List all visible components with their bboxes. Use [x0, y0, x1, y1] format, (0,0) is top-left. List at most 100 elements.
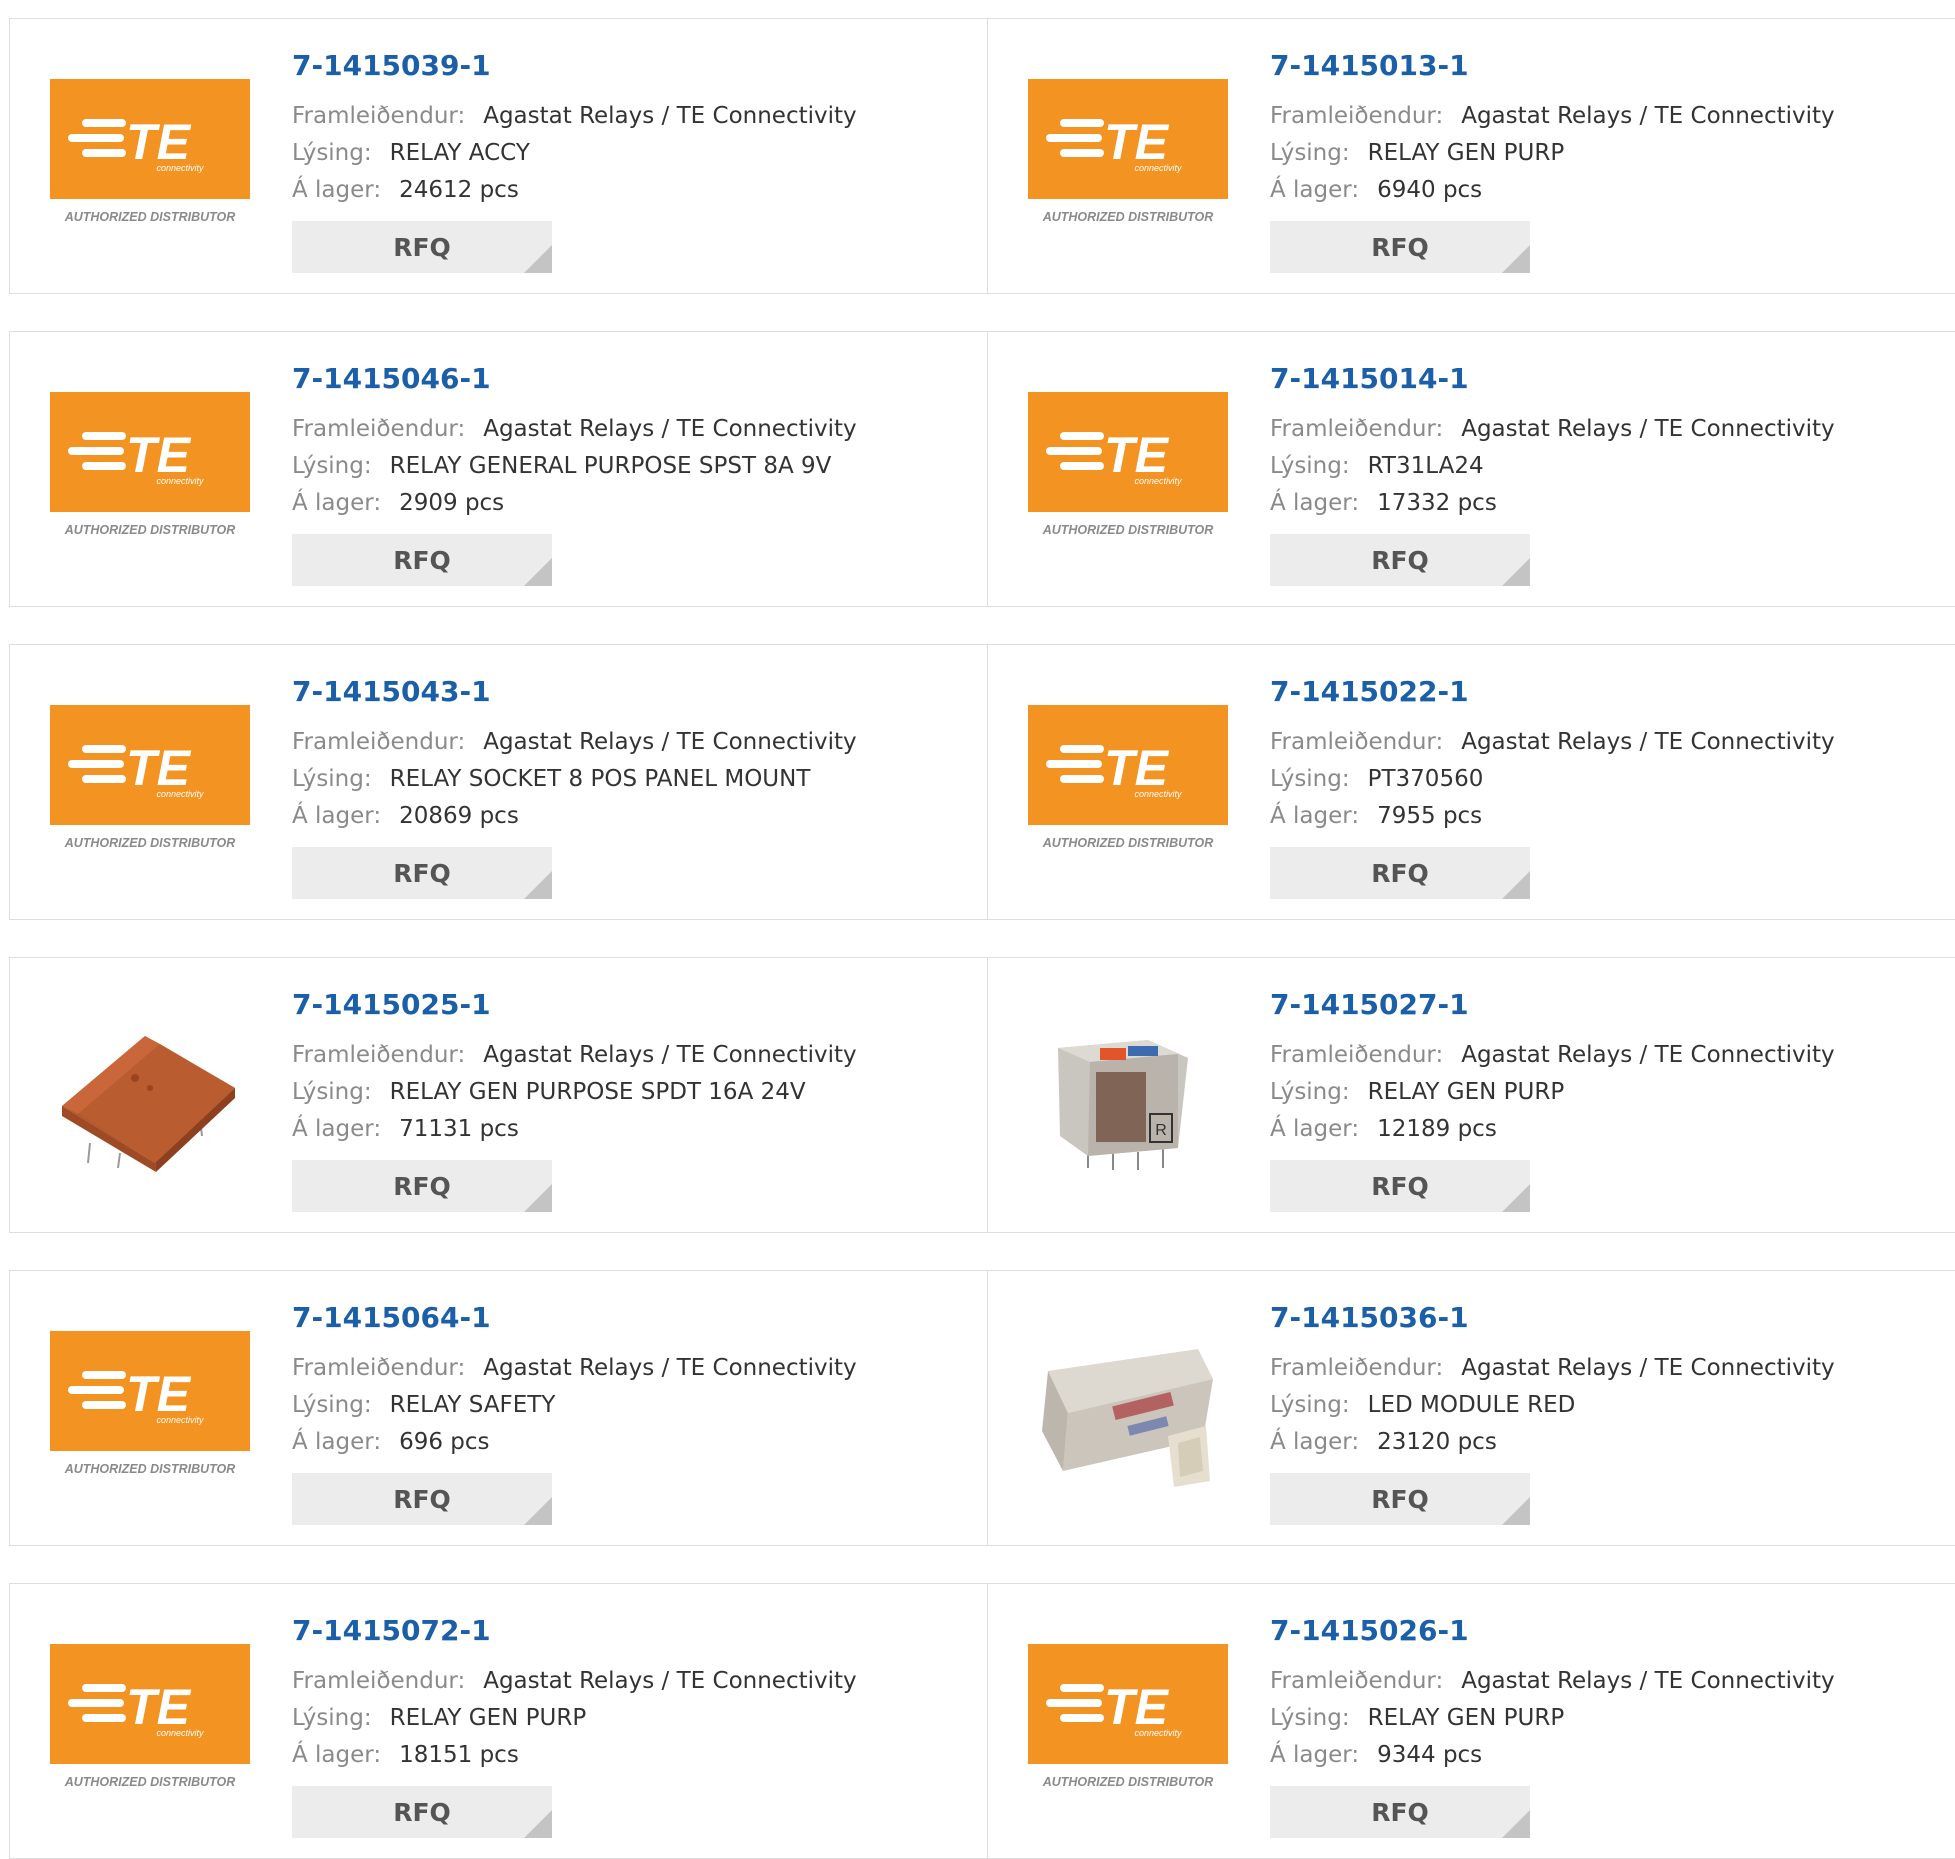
part-number-link[interactable]: 7-1415027-1	[1270, 988, 1469, 1021]
led-module-product-photo[interactable]	[1028, 1331, 1228, 1487]
stock-label: Á lager:	[1270, 1742, 1360, 1768]
manufacturer-label: Framleiðendur:	[1270, 416, 1444, 442]
description-label: Lýsing:	[292, 766, 372, 792]
description-label: Lýsing:	[1270, 140, 1350, 166]
description-value: RELAY GEN PURP	[1367, 1705, 1565, 1731]
rfq-label: RFQ	[1371, 1484, 1429, 1514]
stock-row: Á lager: 696 pcs	[292, 1427, 490, 1457]
part-number-link[interactable]: 7-1415043-1	[292, 675, 491, 708]
rfq-button[interactable]: RFQ	[1270, 221, 1530, 273]
part-number-link[interactable]: 7-1415072-1	[292, 1614, 491, 1647]
logo-sub-text: connectivity	[156, 789, 204, 799]
product-card: TE connectivity AUTHORIZED DISTRIBUTOR 7-14…	[988, 1583, 1955, 1859]
manufacturer-row: Framleiðendur: Agastat Relays / TE Connec…	[292, 414, 857, 444]
stock-label: Á lager:	[1270, 803, 1360, 829]
rfq-button[interactable]: RFQ	[1270, 534, 1530, 586]
rfq-button[interactable]: RFQ	[292, 1473, 552, 1525]
logo-brand-text: TE	[1104, 114, 1170, 170]
product-card: TE connectivity AUTHORIZED DISTRIBUTOR 7-14…	[9, 18, 988, 294]
rfq-label: RFQ	[1371, 545, 1429, 575]
te-logo-image[interactable]: TE connectivity AUTHORIZED DISTRIBUTOR	[1028, 1644, 1228, 1800]
te-logo-image[interactable]: TE connectivity AUTHORIZED DISTRIBUTOR	[50, 79, 250, 235]
rfq-button[interactable]: RFQ	[1270, 1786, 1530, 1838]
product-card: 7-1415025-1 Framleiðendur: Agastat Relays …	[9, 957, 988, 1233]
description-row: Lýsing: RELAY SAFETY	[292, 1390, 555, 1420]
rfq-button[interactable]: RFQ	[1270, 1160, 1530, 1212]
te-logo-image[interactable]: TE connectivity AUTHORIZED DISTRIBUTOR	[1028, 705, 1228, 861]
manufacturer-value: Agastat Relays / TE Connectivity	[483, 1668, 857, 1694]
description-label: Lýsing:	[292, 1079, 372, 1105]
corner-triangle-icon	[524, 1184, 552, 1212]
product-card: TE connectivity AUTHORIZED DISTRIBUTOR 7-14…	[9, 1270, 988, 1546]
part-number-link[interactable]: 7-1415014-1	[1270, 362, 1469, 395]
product-card: 7-1415036-1 Framleiðendur: Agastat Relays …	[988, 1270, 1955, 1546]
logo-sub-text: connectivity	[156, 1728, 204, 1738]
rfq-label: RFQ	[393, 858, 451, 888]
rfq-button[interactable]: RFQ	[1270, 1473, 1530, 1525]
corner-triangle-icon	[524, 1497, 552, 1525]
part-number-link[interactable]: 7-1415022-1	[1270, 675, 1469, 708]
part-number-link[interactable]: 7-1415013-1	[1270, 49, 1469, 82]
stock-row: Á lager: 7955 pcs	[1270, 801, 1482, 831]
description-row: Lýsing: RELAY GEN PURP	[292, 1703, 586, 1733]
stock-value: 9344 pcs	[1377, 1742, 1483, 1768]
stock-row: Á lager: 71131 pcs	[292, 1114, 519, 1144]
stock-value: 7955 pcs	[1377, 803, 1483, 829]
rfq-label: RFQ	[393, 1171, 451, 1201]
manufacturer-label: Framleiðendur:	[1270, 1355, 1444, 1381]
corner-triangle-icon	[524, 558, 552, 586]
te-logo-image[interactable]: TE connectivity AUTHORIZED DISTRIBUTOR	[50, 705, 250, 861]
manufacturer-label: Framleiðendur:	[292, 1355, 466, 1381]
manufacturer-row: Framleiðendur: Agastat Relays / TE Connec…	[1270, 101, 1835, 131]
corner-triangle-icon	[524, 1810, 552, 1838]
part-number-link[interactable]: 7-1415025-1	[292, 988, 491, 1021]
description-label: Lýsing:	[1270, 1392, 1350, 1418]
stock-row: Á lager: 24612 pcs	[292, 175, 519, 205]
corner-triangle-icon	[1502, 1184, 1530, 1212]
manufacturer-row: Framleiðendur: Agastat Relays / TE Connec…	[292, 1040, 857, 1070]
description-label: Lýsing:	[292, 140, 372, 166]
stock-value: 17332 pcs	[1377, 490, 1497, 516]
rfq-button[interactable]: RFQ	[292, 534, 552, 586]
rfq-button[interactable]: RFQ	[292, 847, 552, 899]
rfq-label: RFQ	[393, 1797, 451, 1827]
product-card: TE connectivity AUTHORIZED DISTRIBUTOR 7-14…	[9, 644, 988, 920]
part-number-link[interactable]: 7-1415036-1	[1270, 1301, 1469, 1334]
te-logo-image[interactable]: TE connectivity AUTHORIZED DISTRIBUTOR	[50, 1644, 250, 1800]
part-number-link[interactable]: 7-1415046-1	[292, 362, 491, 395]
product-card: TE connectivity AUTHORIZED DISTRIBUTOR 7-14…	[9, 331, 988, 607]
logo-tagline: AUTHORIZED DISTRIBUTOR	[64, 836, 236, 850]
description-row: Lýsing: PT370560	[1270, 764, 1483, 794]
rfq-button[interactable]: RFQ	[292, 1786, 552, 1838]
description-value: RELAY GEN PURPOSE SPDT 16A 24V	[389, 1079, 806, 1105]
stock-value: 12189 pcs	[1377, 1116, 1497, 1142]
part-number-link[interactable]: 7-1415039-1	[292, 49, 491, 82]
manufacturer-row: Framleiðendur: Agastat Relays / TE Connec…	[292, 727, 857, 757]
stock-label: Á lager:	[292, 1116, 382, 1142]
manufacturer-value: Agastat Relays / TE Connectivity	[1461, 1042, 1835, 1068]
rfq-button[interactable]: RFQ	[292, 221, 552, 273]
rfq-button[interactable]: RFQ	[292, 1160, 552, 1212]
stock-label: Á lager:	[292, 1429, 382, 1455]
logo-tagline: AUTHORIZED DISTRIBUTOR	[1042, 523, 1214, 537]
part-number-link[interactable]: 7-1415064-1	[292, 1301, 491, 1334]
relay-product-photo[interactable]: R	[1028, 1018, 1228, 1174]
logo-brand-text: TE	[1104, 740, 1170, 796]
manufacturer-row: Framleiðendur: Agastat Relays / TE Connec…	[292, 101, 857, 131]
rfq-button[interactable]: RFQ	[1270, 847, 1530, 899]
stock-value: 24612 pcs	[399, 177, 519, 203]
logo-sub-text: connectivity	[1134, 476, 1182, 486]
corner-triangle-icon	[1502, 1497, 1530, 1525]
stock-label: Á lager:	[1270, 177, 1360, 203]
te-logo-image[interactable]: TE connectivity AUTHORIZED DISTRIBUTOR	[1028, 392, 1228, 548]
manufacturer-value: Agastat Relays / TE Connectivity	[1461, 103, 1835, 129]
manufacturer-label: Framleiðendur:	[1270, 1042, 1444, 1068]
stock-row: Á lager: 9344 pcs	[1270, 1740, 1482, 1770]
relay-product-photo[interactable]	[50, 1018, 250, 1174]
te-logo-image[interactable]: TE connectivity AUTHORIZED DISTRIBUTOR	[50, 392, 250, 548]
te-logo-image[interactable]: TE connectivity AUTHORIZED DISTRIBUTOR	[1028, 79, 1228, 235]
part-number-link[interactable]: 7-1415026-1	[1270, 1614, 1469, 1647]
rfq-label: RFQ	[393, 545, 451, 575]
te-logo-image[interactable]: TE connectivity AUTHORIZED DISTRIBUTOR	[50, 1331, 250, 1487]
description-label: Lýsing:	[1270, 1705, 1350, 1731]
